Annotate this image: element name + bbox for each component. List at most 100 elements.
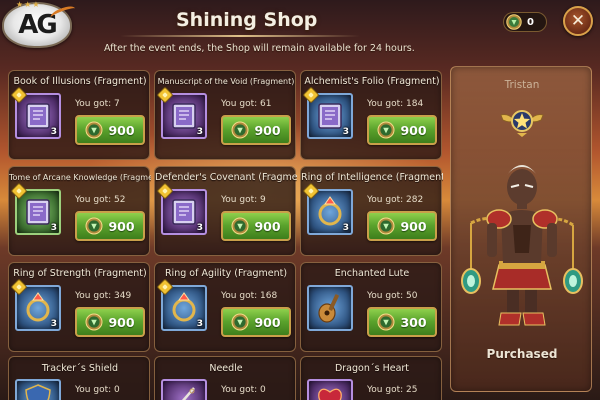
buy-button[interactable]: 900 [367, 211, 437, 241]
buy-button[interactable]: 900 [367, 115, 437, 145]
item-name: Ring of Intelligence (Fragment) [301, 172, 443, 183]
item-name: Tome of Arcane Knowledge (Fragment) [9, 173, 151, 182]
item-owned-count: You got: 184 [367, 99, 424, 109]
item-price: 300 [400, 314, 427, 330]
shield-icon [25, 384, 51, 400]
shop-subtitle: After the event ends, the Shop will rema… [104, 43, 415, 54]
logo-stars-icon: ★★★ [16, 0, 41, 9]
item-quantity: 3 [50, 223, 57, 233]
hero-panel[interactable]: Tristan Purchased [450, 66, 592, 392]
shop-item-card[interactable]: Defender's Covenant (Fragment) 3 You got: … [154, 166, 297, 256]
item-owned-count: You got: 282 [367, 195, 424, 205]
shop-item-card[interactable]: Ring of Intelligence (Fragment) 3 You got:… [300, 166, 443, 256]
emerald-coin-icon [231, 217, 249, 235]
item-quantity: 3 [50, 127, 57, 137]
buy-button[interactable]: 900 [221, 211, 291, 241]
item-name: Ring of Agility (Fragment) [164, 268, 288, 279]
item-owned-count: You got: 50 [367, 291, 418, 301]
item-image[interactable] [307, 379, 353, 400]
item-owned-count: You got: 7 [75, 99, 120, 109]
shop-item-card[interactable]: Manuscript of the Void (Fragment) 3 You go… [154, 70, 296, 160]
item-price: 900 [400, 122, 427, 138]
currency-amount: 0 [527, 16, 534, 28]
item-image[interactable]: 3 [156, 86, 207, 139]
shop-item-card[interactable]: Ring of Agility (Fragment) 3 You got: 168 9… [154, 262, 296, 352]
item-owned-count: You got: 61 [221, 99, 272, 109]
buy-button[interactable]: 300 [367, 307, 437, 337]
item-price: 900 [108, 218, 135, 234]
lute-icon [318, 294, 339, 323]
item-image[interactable]: 3 [156, 182, 207, 235]
emerald-coin-icon [231, 121, 249, 139]
shop-item-card[interactable]: Tracker´s Shield You got: 0 [8, 356, 150, 400]
item-price: 900 [108, 314, 135, 330]
item-quantity: 3 [196, 127, 203, 137]
emerald-coin-icon [85, 121, 103, 139]
item-quantity: 3 [342, 223, 349, 233]
item-name: Manuscript of the Void (Fragment) [157, 77, 295, 86]
item-name: Defender's Covenant (Fragment) [155, 172, 297, 183]
item-owned-count: You got: 25 [367, 385, 418, 395]
emerald-coin-icon [231, 313, 249, 331]
item-name: Dragon´s Heart [334, 363, 410, 374]
item-image[interactable] [15, 379, 61, 400]
item-image[interactable]: 3 [302, 86, 353, 139]
item-price: 900 [400, 218, 427, 234]
item-owned-count: You got: 168 [221, 291, 278, 301]
emerald-coin-icon [506, 14, 522, 30]
item-image[interactable]: 3 [302, 182, 353, 235]
item-owned-count: You got: 0 [75, 385, 120, 395]
buy-button[interactable]: 900 [75, 115, 145, 145]
item-quantity: 3 [50, 319, 57, 329]
buy-button[interactable]: 900 [221, 115, 291, 145]
item-image[interactable] [161, 379, 207, 400]
hero-name: Tristan [504, 79, 540, 91]
title-divider [120, 35, 360, 37]
currency-counter: 0 [503, 12, 547, 32]
item-owned-count: You got: 0 [221, 385, 266, 395]
shop-item-card[interactable]: Book of Illusions (Fragment) 3 You got: 7 9… [8, 70, 150, 160]
emerald-coin-icon [377, 121, 395, 139]
close-icon: ✕ [570, 11, 586, 31]
item-owned-count: You got: 52 [75, 195, 126, 205]
buy-button[interactable]: 900 [75, 307, 145, 337]
hero-purchased-status: Purchased [486, 347, 558, 361]
item-price: 900 [254, 122, 281, 138]
shop-item-card[interactable]: Dragon´s Heart You got: 25 [300, 356, 442, 400]
shop-item-card[interactable]: Needle You got: 0 [154, 356, 296, 400]
emerald-coin-icon [85, 313, 103, 331]
item-owned-count: You got: 349 [75, 291, 132, 301]
item-price: 900 [254, 314, 281, 330]
item-image[interactable] [307, 285, 353, 331]
needle-icon [181, 387, 195, 400]
buy-button[interactable]: 900 [75, 211, 145, 241]
item-quantity: 3 [196, 223, 203, 233]
emerald-coin-icon [377, 217, 395, 235]
item-image[interactable]: 3 [156, 278, 207, 331]
emerald-coin-icon [377, 313, 395, 331]
logo-swoosh-icon [49, 3, 77, 23]
shop-item-card[interactable]: Tome of Arcane Knowledge (Fragment) 3 You … [8, 166, 151, 256]
app-logo: ★★★ AG [2, 0, 77, 48]
item-image[interactable]: 3 [10, 86, 61, 139]
heart-icon [318, 388, 342, 400]
item-image[interactable]: 3 [10, 278, 61, 331]
item-name: Alchemist's Folio (Fragment) [304, 76, 440, 87]
shop-item-card[interactable]: Enchanted Lute You got: 50 300 [300, 262, 442, 352]
item-name: Book of Illusions (Fragment) [13, 76, 147, 87]
item-name: Ring of Strength (Fragment) [13, 268, 147, 279]
winged-star-emblem-icon [500, 110, 544, 137]
item-owned-count: You got: 9 [221, 195, 266, 205]
emerald-coin-icon [85, 217, 103, 235]
item-price: 900 [254, 218, 281, 234]
item-name: Tracker´s Shield [41, 363, 119, 374]
item-price: 900 [108, 122, 135, 138]
shop-title: Shining Shop [176, 9, 318, 31]
close-button[interactable]: ✕ [563, 6, 593, 36]
shop-item-card[interactable]: Ring of Strength (Fragment) 3 You got: 349… [8, 262, 150, 352]
shop-item-card[interactable]: Alchemist's Folio (Fragment) 3 You got: 18… [300, 70, 442, 160]
item-image[interactable]: 3 [10, 182, 61, 235]
item-name: Needle [209, 363, 243, 374]
buy-button[interactable]: 900 [221, 307, 291, 337]
item-quantity: 3 [342, 127, 349, 137]
